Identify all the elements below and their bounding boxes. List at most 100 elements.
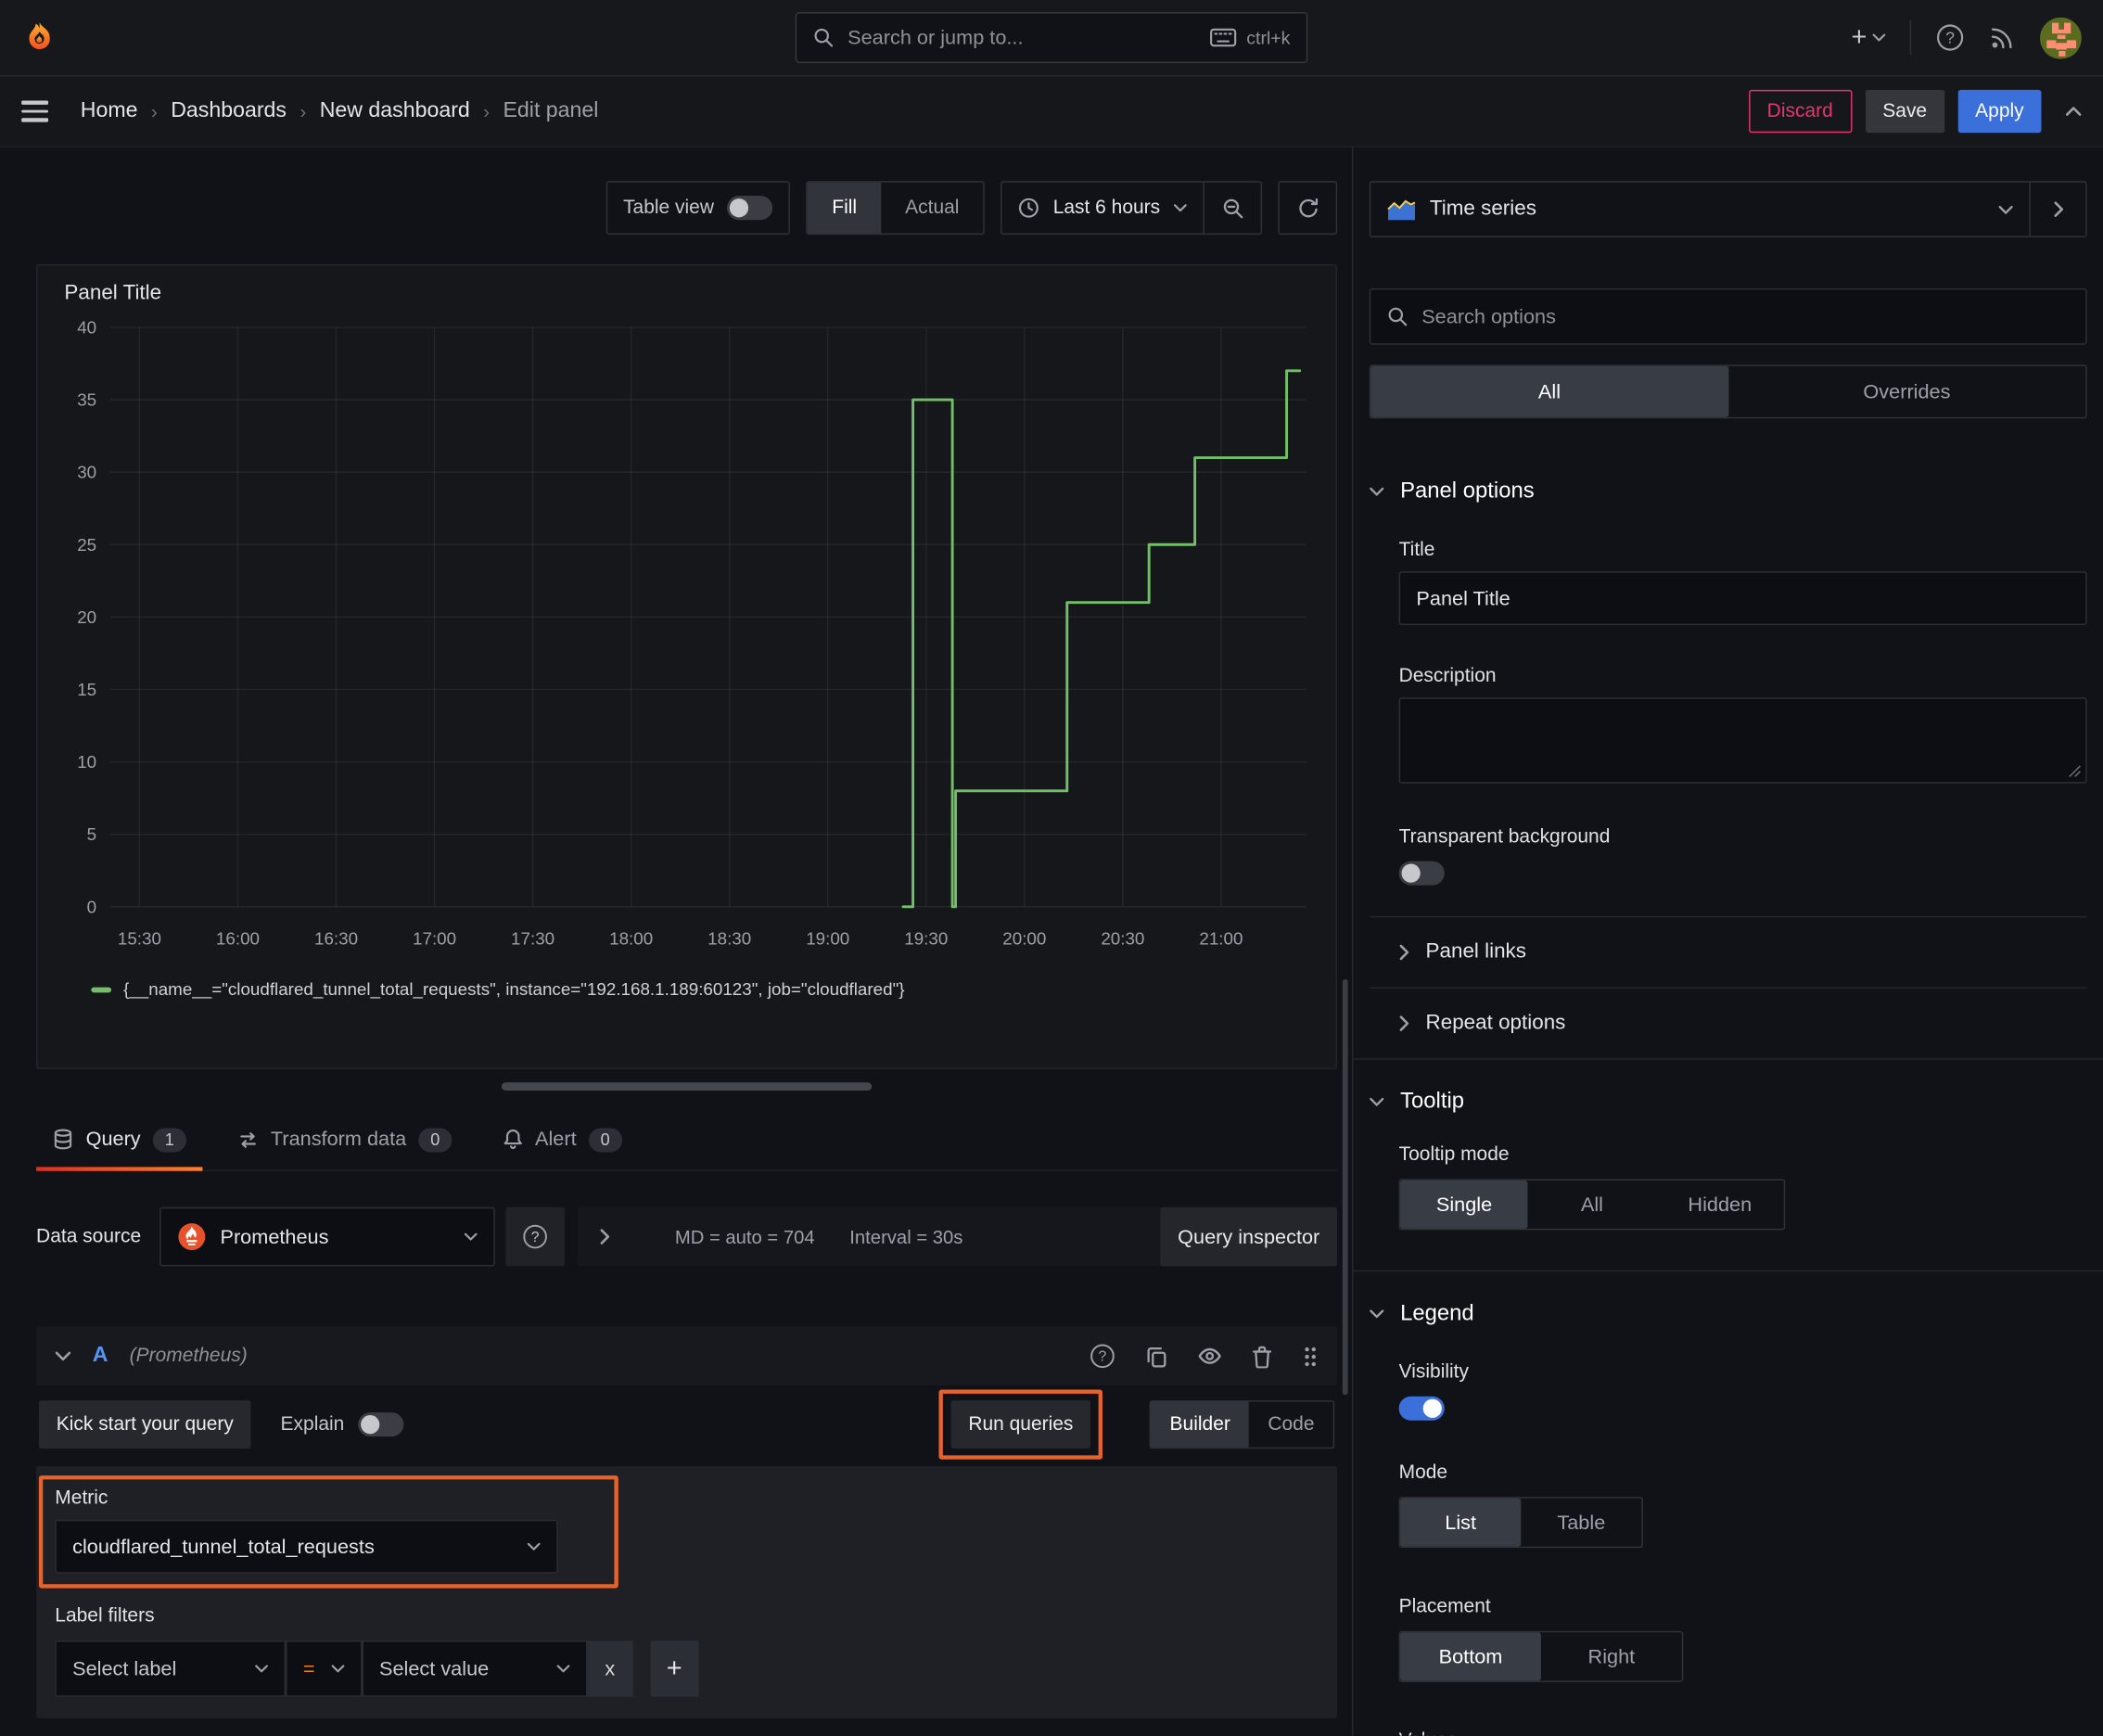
query-a-header[interactable]: A (Prometheus) ? xyxy=(36,1326,1338,1386)
query-inspector-button[interactable]: Query inspector xyxy=(1160,1206,1338,1267)
add-filter-button[interactable]: + xyxy=(650,1640,699,1697)
legend-mode-list[interactable]: List xyxy=(1400,1498,1522,1547)
panel-links-label: Panel links xyxy=(1425,939,1526,964)
operator-dropdown[interactable]: = xyxy=(286,1640,363,1697)
panel-title-input[interactable]: Panel Title xyxy=(1398,571,2087,626)
add-button[interactable]: + xyxy=(1852,22,1886,53)
delete-query-icon[interactable] xyxy=(1252,1345,1273,1368)
panel-links-section[interactable]: Panel links xyxy=(1370,917,2087,987)
chevron-down-icon xyxy=(1370,1097,1384,1106)
panel-title: Panel Title xyxy=(64,281,162,305)
builder-option[interactable]: Builder xyxy=(1151,1401,1250,1448)
tab-overrides[interactable]: Overrides xyxy=(1728,366,2085,417)
discard-button[interactable]: Discard xyxy=(1748,89,1853,134)
news-rss-icon[interactable] xyxy=(1989,24,2016,51)
breadcrumb-dashboards[interactable]: Dashboards xyxy=(171,99,287,123)
tab-transform-data[interactable]: Transform data 0 xyxy=(221,1109,467,1169)
query-help-icon[interactable]: ? xyxy=(1089,1343,1115,1370)
interval-value: Interval = 30s xyxy=(849,1226,963,1248)
fill-option[interactable]: Fill xyxy=(808,182,882,234)
svg-text:20: 20 xyxy=(77,607,96,627)
description-textarea[interactable] xyxy=(1398,697,2087,784)
search-options-input[interactable]: Search options xyxy=(1369,287,2087,345)
search-box[interactable]: Search or jump to... ctrl+k xyxy=(795,12,1308,63)
legend-placement-bottom[interactable]: Bottom xyxy=(1400,1632,1541,1681)
chevron-down-icon xyxy=(331,1665,345,1673)
duplicate-query-icon[interactable] xyxy=(1145,1345,1168,1368)
code-option[interactable]: Code xyxy=(1249,1402,1333,1448)
tooltip-mode-hidden[interactable]: Hidden xyxy=(1656,1181,1784,1229)
legend-mode-table[interactable]: Table xyxy=(1521,1499,1641,1547)
select-value-dropdown[interactable]: Select value xyxy=(362,1640,588,1697)
viz-select[interactable]: Time series xyxy=(1370,183,2029,236)
vertical-scrollbar[interactable] xyxy=(1342,978,1348,1396)
query-ref-id: A xyxy=(92,1344,108,1367)
datasource-help-icon[interactable]: ? xyxy=(505,1206,566,1267)
topbar-divider xyxy=(1909,19,1912,56)
refresh-icon[interactable] xyxy=(1280,183,1336,234)
grafana-logo[interactable] xyxy=(21,19,57,56)
transparent-background-toggle[interactable] xyxy=(1398,861,1445,886)
open-viz-list-icon[interactable] xyxy=(2029,182,2085,236)
breadcrumb-home[interactable]: Home xyxy=(81,99,138,123)
svg-text:?: ? xyxy=(1099,1349,1107,1365)
select-label-dropdown[interactable]: Select label xyxy=(55,1640,287,1697)
legend-placement-label: Placement xyxy=(1398,1596,1491,1618)
actual-option[interactable]: Actual xyxy=(881,183,983,234)
time-range-label: Last 6 hours xyxy=(1052,197,1161,219)
breadcrumb-separator: › xyxy=(483,100,491,122)
svg-text:?: ? xyxy=(1945,29,1955,47)
repeat-options-section[interactable]: Repeat options xyxy=(1370,989,2087,1058)
kick-start-query-button[interactable]: Kick start your query xyxy=(38,1400,251,1449)
breadcrumb: Home › Dashboards › New dashboard › Edit… xyxy=(81,99,599,123)
legend-values-label: Values xyxy=(1399,1730,2087,1736)
time-range-picker[interactable]: Last 6 hours xyxy=(1002,183,1204,234)
query-actions-row: Kick start your query Explain Run querie… xyxy=(36,1389,1337,1460)
metric-select[interactable]: cloudflared_tunnel_total_requests xyxy=(55,1519,558,1574)
tab-alert[interactable]: Alert 0 xyxy=(487,1109,638,1169)
explain-toggle[interactable] xyxy=(357,1412,403,1437)
all-overrides-tabs: All Overrides xyxy=(1369,364,2087,419)
tab-query[interactable]: Query 1 xyxy=(36,1109,202,1171)
table-view-toggle[interactable] xyxy=(727,196,773,221)
run-queries-button[interactable]: Run queries xyxy=(950,1400,1091,1449)
panel-resize-handle[interactable] xyxy=(501,1082,873,1091)
user-avatar[interactable] xyxy=(2040,17,2082,58)
panel-options-heading[interactable]: Panel options xyxy=(1370,479,2087,504)
remove-filter-button[interactable]: x xyxy=(587,1640,633,1697)
explain-control: Explain xyxy=(281,1412,403,1437)
tab-all[interactable]: All xyxy=(1370,365,1728,417)
legend-visibility-toggle[interactable] xyxy=(1398,1396,1445,1421)
chevron-down-icon xyxy=(1370,1309,1384,1319)
series-name[interactable]: {__name__="cloudflared_tunnel_total_requ… xyxy=(123,979,904,1000)
svg-text:10: 10 xyxy=(77,752,96,772)
help-icon[interactable]: ? xyxy=(1935,23,1965,53)
panel-preview: Panel Title 0 5 10 15 20 25 30 35 40 15:30 16:00 16… xyxy=(36,263,1338,1069)
zoom-out-icon[interactable] xyxy=(1204,183,1261,234)
resize-handle-icon[interactable] xyxy=(2068,764,2081,777)
toggle-visibility-icon[interactable] xyxy=(1198,1347,1222,1365)
menu-toggle-icon[interactable] xyxy=(21,100,49,122)
apply-button[interactable]: Apply xyxy=(1957,89,2042,134)
tooltip-mode-all[interactable]: All xyxy=(1528,1181,1656,1229)
tooltip-title: Tooltip xyxy=(1400,1089,1465,1114)
legend-heading[interactable]: Legend xyxy=(1370,1301,2087,1326)
tooltip-heading[interactable]: Tooltip xyxy=(1370,1089,2087,1114)
svg-text:?: ? xyxy=(531,1230,540,1245)
drag-handle-icon[interactable] xyxy=(1302,1345,1318,1368)
save-button[interactable]: Save xyxy=(1865,89,1944,134)
chevron-down-icon xyxy=(465,1232,478,1241)
svg-text:40: 40 xyxy=(77,317,96,337)
chart-legend[interactable]: {__name__="cloudflared_tunnel_total_requ… xyxy=(57,979,1318,1000)
tab-transform-label: Transform data xyxy=(270,1128,407,1152)
collapse-options-icon[interactable] xyxy=(2065,106,2082,117)
datasource-picker[interactable]: Prometheus xyxy=(159,1206,496,1267)
table-view-control: Table view xyxy=(605,181,791,236)
svg-text:15:30: 15:30 xyxy=(118,928,161,948)
panel-title-value: Panel Title xyxy=(1416,586,1510,610)
legend-placement-right[interactable]: Right xyxy=(1541,1632,1682,1680)
search-options-placeholder: Search options xyxy=(1421,305,1556,328)
select-label-placeholder: Select label xyxy=(72,1657,177,1680)
breadcrumb-new-dashboard[interactable]: New dashboard xyxy=(320,99,470,123)
tooltip-mode-single[interactable]: Single xyxy=(1400,1180,1528,1229)
